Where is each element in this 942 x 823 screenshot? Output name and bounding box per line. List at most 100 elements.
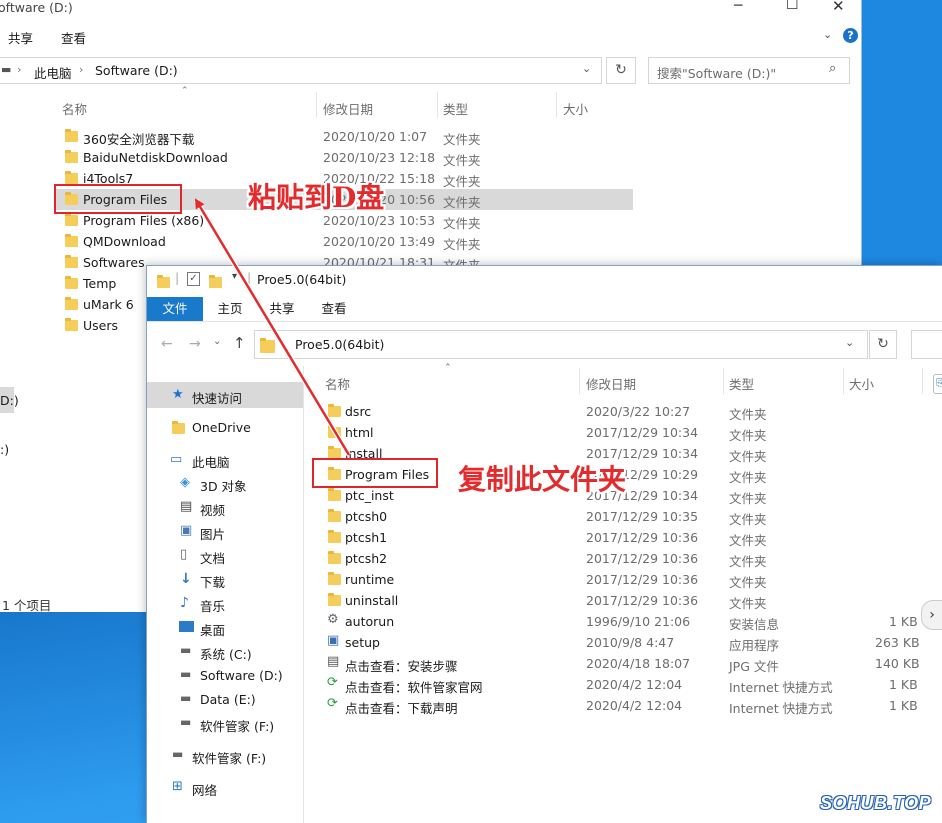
- file-name: uMark 6: [83, 297, 134, 312]
- music-icon: ♪: [180, 595, 189, 611]
- ribbon-divider: [147, 321, 942, 322]
- search-input[interactable]: [911, 330, 942, 359]
- file-type: 文件夹: [729, 449, 767, 464]
- folder-icon: [65, 213, 78, 226]
- network-icon: ⊞: [172, 779, 183, 794]
- close-icon[interactable]: ✕: [832, 0, 845, 15]
- file-type: 文件夹: [729, 512, 767, 527]
- address-bar[interactable]: › Proe5.0(64bit) ⌄: [254, 330, 868, 359]
- sidebar-item-label: 文档: [200, 551, 226, 566]
- back-arrow-icon[interactable]: ←: [161, 336, 173, 352]
- title-separator: |: [247, 270, 252, 285]
- drive-icon: ▬: [1, 63, 12, 76]
- file-date: 2020/3/22 10:27: [586, 404, 691, 419]
- folder-icon: [328, 509, 341, 522]
- sidebar-item-software-d[interactable]: D:): [0, 393, 19, 408]
- column-header-size[interactable]: 大小: [849, 374, 874, 393]
- ribbon-tab-view[interactable]: 查看: [313, 297, 355, 321]
- address-bar[interactable]: ▬ › 此电脑 › Software (D:) ⌄: [0, 57, 602, 84]
- column-header-date[interactable]: 修改日期: [586, 374, 636, 393]
- folder-icon: [65, 276, 78, 289]
- new-folder-icon[interactable]: [209, 275, 222, 288]
- folder-icon: [65, 318, 78, 331]
- ribbon-tab-file[interactable]: 文件: [147, 297, 203, 321]
- sidebar-item-label: 快速访问: [192, 391, 243, 406]
- breadcrumb-proe[interactable]: Proe5.0(64bit): [295, 337, 384, 352]
- sidebar-item-label: Data (E:): [200, 692, 256, 707]
- sidebar-item-label: 系统 (C:): [200, 647, 252, 662]
- annotation-paste-to-d: 粘贴到D盘: [248, 181, 385, 214]
- file-type: 应用程序: [729, 638, 780, 653]
- up-arrow-icon[interactable]: ↑: [233, 334, 246, 352]
- file-name: ptc_inst: [345, 488, 394, 503]
- file-name: 360安全浏览器下载: [83, 132, 195, 147]
- ribbon-tab-share[interactable]: 共享: [261, 297, 303, 321]
- file-name: 点击查看：下载声明: [345, 701, 458, 716]
- file-name: ptcsh1: [345, 530, 388, 545]
- file-type: 文件夹: [443, 132, 481, 147]
- star-icon: ★: [172, 387, 184, 402]
- file-type: Internet 快捷方式: [729, 680, 833, 695]
- sidebar-item-label: 3D 对象: [200, 479, 247, 494]
- file-type: 文件夹: [443, 174, 481, 189]
- search-placeholder: 搜索"Software (D:)": [657, 66, 777, 81]
- file-type: 安装信息: [729, 617, 780, 632]
- preview-pane-icon[interactable]: ⎘: [933, 374, 942, 394]
- drive-icon: ▬: [180, 715, 192, 729]
- file-type: 文件夹: [729, 428, 767, 443]
- file-type: 文件夹: [729, 596, 767, 611]
- column-header-name[interactable]: 名称: [62, 99, 87, 118]
- sidebar-item-label: 此电脑: [192, 455, 230, 470]
- ribbon-tab-share[interactable]: 共享: [8, 28, 33, 47]
- column-divider: [579, 368, 580, 394]
- file-date: 2020/4/18 18:07: [586, 656, 691, 671]
- refresh-icon[interactable]: ↻: [869, 330, 897, 359]
- address-dropdown-icon[interactable]: ⌄: [845, 336, 854, 349]
- ribbon-tab-home[interactable]: 主页: [209, 297, 251, 321]
- download-icon: ↓: [180, 571, 192, 587]
- search-input[interactable]: 搜索"Software (D:)" ⌕: [648, 57, 850, 84]
- maximize-icon[interactable]: ☐: [786, 0, 799, 13]
- column-header-type[interactable]: 类型: [729, 374, 754, 393]
- column-header-size[interactable]: 大小: [563, 99, 588, 118]
- column-divider: [723, 368, 724, 394]
- help-icon[interactable]: ?: [843, 28, 858, 43]
- breadcrumb-separator-icon: ›: [17, 63, 22, 76]
- breadcrumb-software-d[interactable]: Software (D:): [95, 63, 178, 78]
- ribbon-expand-chevron-icon[interactable]: ⌄: [823, 28, 832, 41]
- file-date: 2010/9/8 4:47: [586, 635, 675, 650]
- sidebar-item-drive[interactable]: :): [0, 442, 9, 457]
- column-header-type[interactable]: 类型: [443, 99, 468, 118]
- ribbon: 文件 主页 共享 查看: [147, 297, 942, 321]
- folder-icon: [328, 530, 341, 543]
- breadcrumb-separator-icon: ›: [280, 334, 285, 347]
- minimize-icon[interactable]: ─: [734, 0, 742, 14]
- properties-icon[interactable]: ✓: [187, 272, 200, 286]
- customize-toolbar-icon[interactable]: ▾: [232, 271, 237, 282]
- refresh-icon[interactable]: ↻: [606, 57, 636, 84]
- recent-locations-icon[interactable]: ⌄: [213, 336, 221, 347]
- ribbon-tab-view[interactable]: 查看: [61, 28, 86, 47]
- file-type: 文件夹: [443, 195, 481, 210]
- address-dropdown-icon[interactable]: ⌄: [582, 62, 591, 75]
- file-name: Program Files (x86): [83, 213, 205, 228]
- forward-arrow-icon[interactable]: →: [189, 336, 201, 352]
- video-icon: ▤: [180, 499, 193, 514]
- file-type: 文件夹: [729, 470, 767, 485]
- breadcrumb-this-pc[interactable]: 此电脑: [34, 63, 72, 82]
- file-type: JPG 文件: [729, 659, 779, 674]
- file-name: ptcsh2: [345, 551, 388, 566]
- file-name: Users: [83, 318, 119, 333]
- folder-icon: [65, 171, 78, 184]
- folder-icon: [328, 425, 341, 438]
- sort-arrow-icon: ⌃: [444, 363, 452, 373]
- file-date: 2017/12/29 10:34: [586, 425, 699, 440]
- folder-icon: [328, 551, 341, 564]
- folder-icon: [157, 275, 170, 288]
- file-name: Softwares: [83, 255, 145, 270]
- column-header-name[interactable]: 名称: [325, 374, 350, 393]
- file-type: 文件夹: [729, 575, 767, 590]
- scroll-right-chevron-icon[interactable]: ›: [921, 600, 942, 630]
- status-item-count: 1 个项目: [2, 598, 52, 612]
- column-header-date[interactable]: 修改日期: [323, 99, 373, 118]
